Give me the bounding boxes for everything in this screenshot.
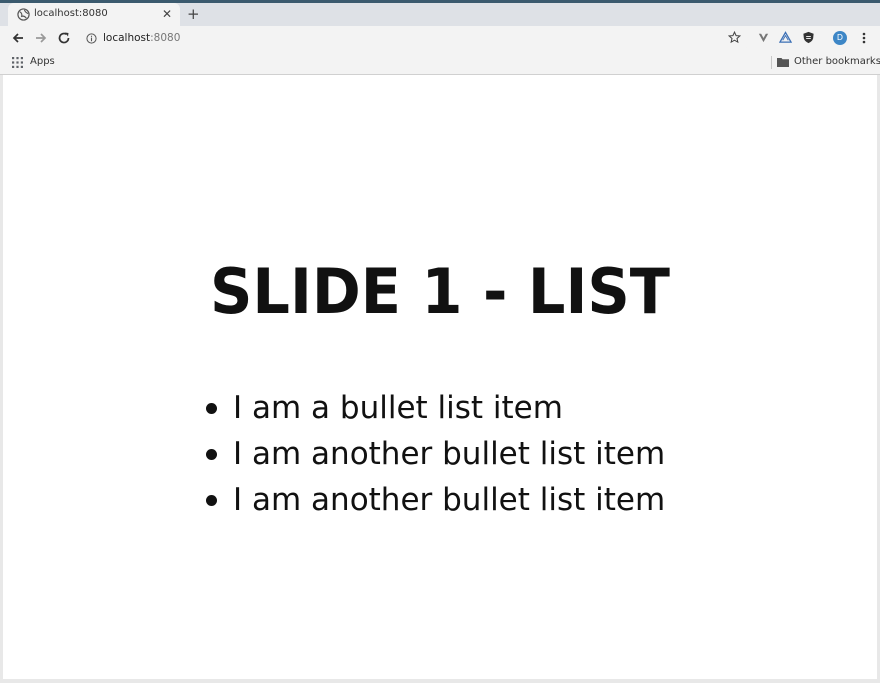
list-item: I am another bullet list item	[201, 477, 665, 523]
new-tab-button[interactable]: +	[187, 6, 200, 22]
forward-icon[interactable]	[34, 31, 48, 45]
toolbar: localhost:8080	[0, 26, 880, 51]
bullet-list: I am a bullet list item I am another bul…	[201, 385, 665, 523]
back-icon[interactable]	[11, 31, 25, 45]
info-icon[interactable]	[86, 33, 97, 44]
list-item-text: I am another bullet list item	[233, 482, 666, 518]
list-item: I am another bullet list item	[201, 431, 665, 477]
profile-avatar[interactable]: D	[833, 31, 847, 45]
other-bookmarks[interactable]: Other bookmarks	[794, 56, 880, 67]
folder-icon	[777, 58, 789, 67]
bullet-icon	[206, 403, 217, 414]
tab-title: localhost:8080	[34, 8, 108, 19]
page-viewport: SLIDE 1 - LIST I am a bullet list item I…	[3, 75, 877, 679]
menu-icon[interactable]	[858, 31, 870, 45]
extension-icon[interactable]	[757, 31, 770, 44]
star-icon[interactable]	[728, 31, 741, 44]
list-item: I am a bullet list item	[201, 385, 665, 431]
extension-icon[interactable]	[802, 31, 815, 44]
apps-grid-icon[interactable]	[12, 57, 23, 68]
window-border-bottom	[0, 679, 880, 683]
bookmarks-divider	[771, 56, 772, 69]
extension-icon[interactable]	[779, 31, 792, 44]
globe-icon	[17, 8, 30, 21]
tab-strip: localhost:8080 ✕ +	[0, 3, 880, 26]
bookmarks-bar: Apps Other bookmarks	[0, 51, 880, 75]
apps-bookmark[interactable]: Apps	[30, 56, 55, 67]
url-host: localhost	[103, 32, 151, 44]
address-bar[interactable]: localhost:8080	[80, 28, 752, 49]
url-text: localhost:8080	[103, 32, 180, 44]
url-port: :8080	[150, 32, 181, 44]
reload-icon[interactable]	[57, 31, 71, 45]
list-item-text: I am a bullet list item	[233, 390, 563, 426]
bullet-icon	[206, 495, 217, 506]
tab-localhost[interactable]: localhost:8080 ✕	[8, 3, 180, 26]
slide-title: SLIDE 1 - LIST	[209, 255, 670, 328]
list-item-text: I am another bullet list item	[233, 436, 666, 472]
bullet-icon	[206, 449, 217, 460]
tab-close-icon[interactable]: ✕	[162, 7, 172, 21]
